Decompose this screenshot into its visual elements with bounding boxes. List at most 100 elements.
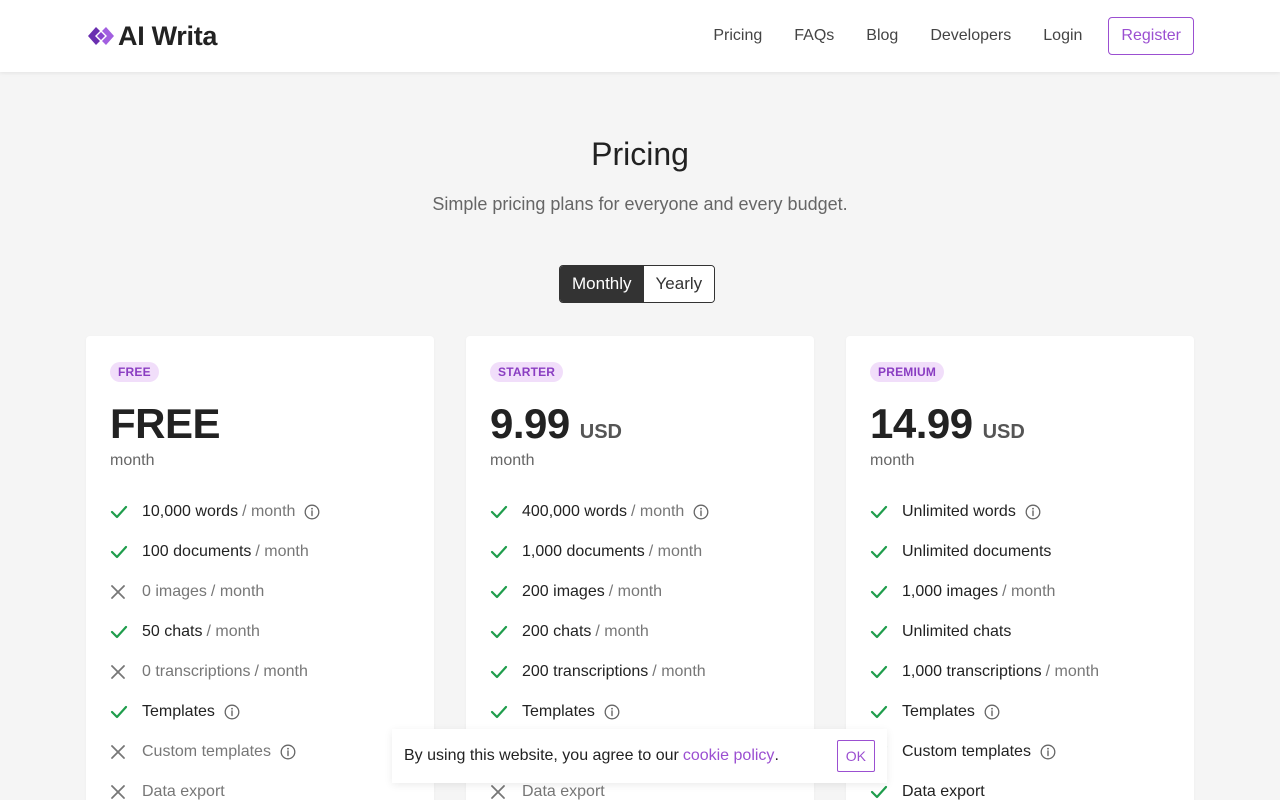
feature-period: / month	[648, 543, 703, 560]
feature-item: Unlimited chats	[870, 612, 1170, 652]
nav-link-blog[interactable]: Blog	[866, 27, 898, 45]
page-subtitle: Simple pricing plans for everyone and ev…	[432, 194, 848, 214]
cookie-text: By using this website, you agree to our	[404, 747, 679, 764]
check-icon	[870, 545, 902, 559]
nav-link-pricing[interactable]: Pricing	[713, 27, 762, 45]
info-icon[interactable]	[1025, 504, 1041, 520]
check-icon	[490, 585, 522, 599]
plan-badge: FREE	[110, 362, 159, 382]
feature-item: 10,000 words / month	[110, 492, 410, 532]
feature-item: 200 transcriptions / month	[490, 652, 790, 692]
feature-item: Templates	[870, 692, 1170, 732]
feature-item: 400,000 words / month	[490, 492, 790, 532]
check-icon	[870, 625, 902, 639]
feature-item: Data export	[110, 772, 410, 800]
feature-item: Custom templates	[870, 732, 1170, 772]
feature-item: 50 chats / month	[110, 612, 410, 652]
plan-period: month	[490, 452, 535, 469]
feature-label: 10,000 words	[142, 503, 239, 520]
plan-price: 14.99	[870, 400, 973, 447]
check-icon	[490, 705, 522, 719]
info-icon[interactable]	[604, 704, 620, 720]
check-icon	[490, 665, 522, 679]
cross-icon	[490, 784, 522, 800]
billing-toggle: Monthly Yearly	[559, 265, 716, 303]
site-header: AI Writa Pricing FAQs Blog Developers Lo…	[0, 0, 1280, 72]
feature-period: / month	[242, 503, 296, 520]
plan-period: month	[870, 452, 915, 469]
check-icon	[870, 585, 902, 599]
check-icon	[110, 705, 142, 719]
feature-period: / month	[1045, 663, 1099, 680]
cross-icon	[110, 664, 142, 680]
plan-period: month	[110, 452, 155, 469]
feature-period: / month	[206, 623, 260, 640]
check-icon	[110, 625, 142, 639]
cross-icon	[110, 784, 142, 800]
feature-list: Unlimited words Unlimited documents 1,000 …	[870, 492, 1170, 800]
feature-label: Templates	[902, 703, 975, 720]
feature-label: Custom templates	[142, 743, 271, 760]
feature-period: / month	[652, 663, 706, 680]
feature-label: 200 chats	[522, 623, 592, 640]
nav-link-developers[interactable]: Developers	[930, 27, 1011, 45]
register-button[interactable]: Register	[1108, 17, 1194, 55]
info-icon[interactable]	[224, 704, 240, 720]
feature-item: 1,000 images / month	[870, 572, 1170, 612]
feature-label: Custom templates	[902, 743, 1031, 760]
feature-label: Templates	[142, 703, 215, 720]
feature-item: 0 images / month	[110, 572, 410, 612]
nav-link-login[interactable]: Login	[1043, 27, 1082, 45]
feature-item: 1,000 transcriptions / month	[870, 652, 1170, 692]
info-icon[interactable]	[984, 704, 1000, 720]
price-row: 9.99 USD	[490, 400, 790, 447]
feature-label: 100 documents	[142, 543, 252, 560]
feature-label: 0 images	[142, 583, 207, 600]
feature-list: 10,000 words / month 100 documents / month 0…	[110, 492, 410, 800]
feature-item: 1,000 documents / month	[490, 532, 790, 572]
feature-item: Templates	[490, 692, 790, 732]
feature-item: Unlimited words	[870, 492, 1170, 532]
feature-label: Unlimited documents	[902, 543, 1052, 560]
info-icon[interactable]	[280, 744, 296, 760]
info-icon[interactable]	[693, 504, 709, 520]
feature-label: Data export	[142, 783, 225, 800]
feature-label: 1,000 transcriptions	[902, 663, 1042, 680]
feature-label: Data export	[902, 783, 985, 800]
plan-badge: STARTER	[490, 362, 564, 382]
feature-period: / month	[210, 583, 265, 600]
feature-label: Unlimited chats	[902, 623, 1012, 640]
brand-logo[interactable]: AI Writa	[86, 21, 217, 52]
check-icon	[490, 545, 522, 559]
cookie-ok-button[interactable]: OK	[836, 740, 875, 772]
cookie-suffix: .	[774, 747, 779, 764]
feature-label: Data export	[522, 783, 605, 800]
toggle-monthly-button[interactable]: Monthly	[560, 266, 644, 302]
feature-label: 400,000 words	[522, 503, 627, 520]
toggle-yearly-button[interactable]: Yearly	[643, 266, 715, 302]
nav-link-faqs[interactable]: FAQs	[794, 27, 834, 45]
check-icon	[870, 505, 902, 519]
check-icon	[490, 505, 522, 519]
cookie-policy-link[interactable]: cookie policy	[683, 747, 775, 765]
check-icon	[870, 705, 902, 719]
plan-price: 9.99	[490, 400, 570, 447]
plan-card-premium: PREMIUM 14.99 USD month Unlimited words U…	[846, 336, 1194, 800]
feature-label: Templates	[522, 703, 595, 720]
cookie-banner: By using this website, you agree to our …	[392, 729, 887, 783]
check-icon	[110, 545, 142, 559]
info-icon[interactable]	[1040, 744, 1056, 760]
feature-label: 50 chats	[142, 623, 203, 640]
feature-period: / month	[254, 663, 308, 680]
feature-period: / month	[630, 503, 685, 520]
info-icon[interactable]	[304, 504, 320, 520]
feature-label: 1,000 images	[902, 583, 999, 600]
feature-label: 200 transcriptions	[522, 663, 649, 680]
feature-item: Unlimited documents	[870, 532, 1170, 572]
check-icon	[870, 665, 902, 679]
feature-item: Templates	[110, 692, 410, 732]
feature-period: / month	[255, 543, 309, 560]
plan-price: FREE	[110, 400, 221, 447]
cross-icon	[110, 744, 142, 760]
feature-period: / month	[1002, 583, 1056, 600]
